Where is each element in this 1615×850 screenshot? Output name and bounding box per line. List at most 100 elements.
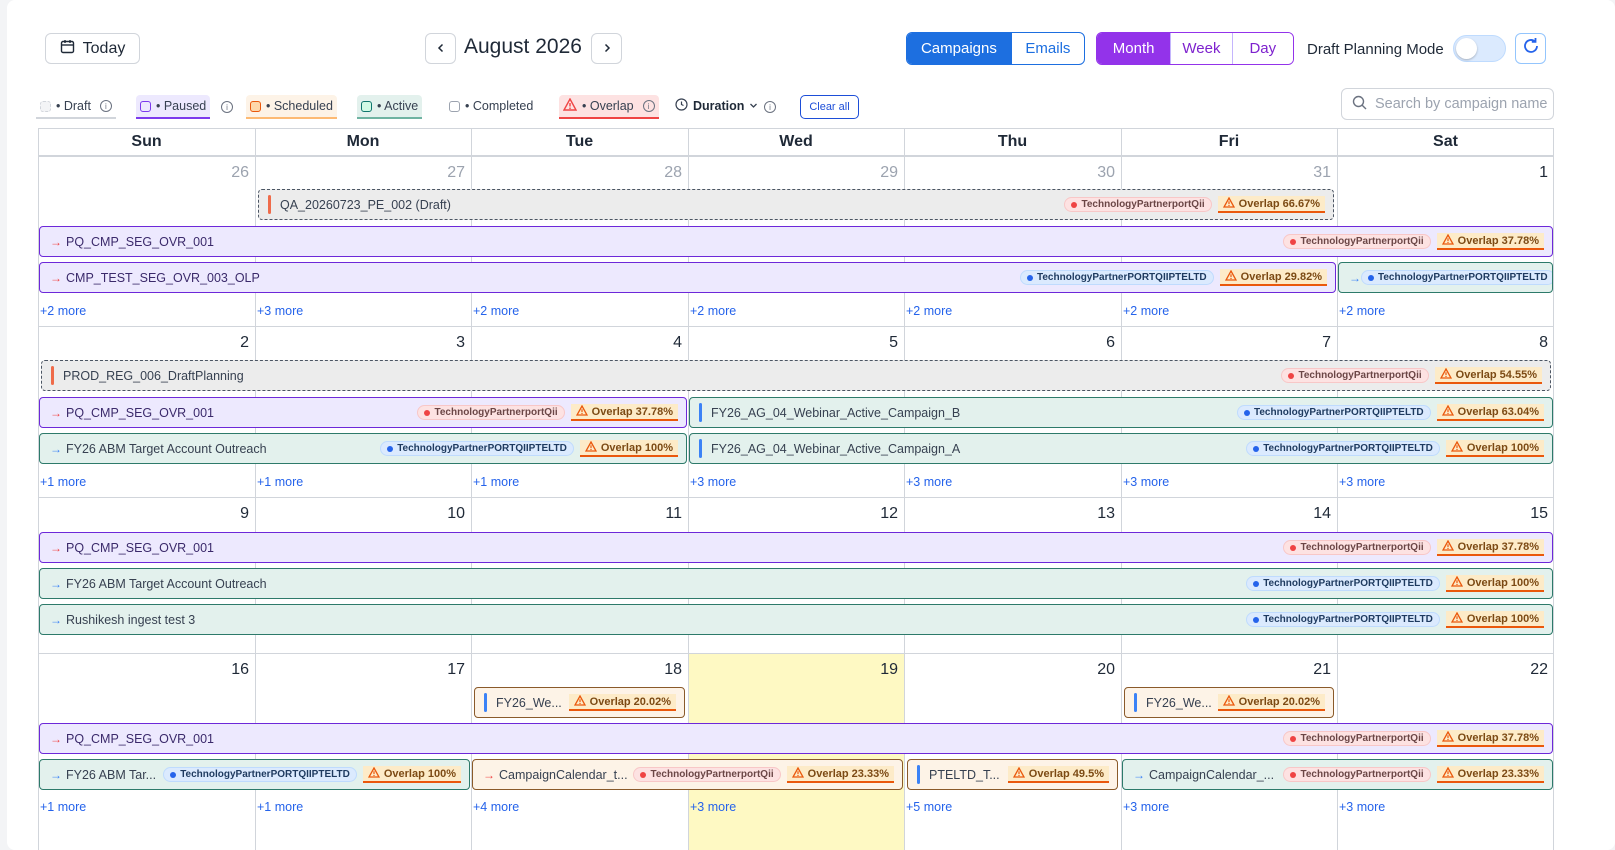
search-input[interactable]: Search by campaign name bbox=[1341, 88, 1554, 120]
campaign-name: CampaignCalendar_... bbox=[1149, 767, 1275, 782]
more-events-link[interactable]: +2 more bbox=[1339, 304, 1385, 318]
warning-icon bbox=[1224, 269, 1237, 284]
campaign-bar[interactable]: → FY26 ABM Tar... TechnologyPartnerPORTQII… bbox=[39, 759, 470, 790]
legend-completed[interactable]: • Completed bbox=[445, 95, 537, 119]
more-events-link[interactable]: +3 more bbox=[1123, 475, 1169, 489]
campaign-bar[interactable]: → CampaignCalendar_t... TechnologyPartnerp… bbox=[472, 759, 903, 790]
warning-icon bbox=[1441, 730, 1454, 745]
more-events-link[interactable]: +2 more bbox=[473, 304, 519, 318]
day-number: 18 bbox=[664, 661, 682, 678]
chevron-down-icon bbox=[749, 99, 758, 113]
owner-chip: TechnologyPartnerPORTQIIPTELTD bbox=[380, 441, 574, 456]
owner-name: TechnologyPartnerPORTQIIPTELTD bbox=[180, 769, 350, 780]
more-events-link[interactable]: +5 more bbox=[906, 800, 952, 814]
owner-chip: TechnologyPartnerportQii bbox=[1283, 731, 1431, 746]
more-events-link[interactable]: +3 more bbox=[690, 800, 736, 814]
status-dot bbox=[1244, 409, 1250, 416]
status-accent bbox=[268, 195, 271, 214]
more-events-link[interactable]: +2 more bbox=[906, 304, 952, 318]
status-dot bbox=[1288, 372, 1295, 379]
previous-month-button[interactable] bbox=[425, 33, 456, 64]
day-number: 27 bbox=[447, 164, 465, 181]
campaign-bar[interactable]: → Rushikesh ingest test 3 TechnologyPartne… bbox=[39, 604, 1553, 635]
campaign-bar[interactable]: FY26_We... Overlap 20.02% bbox=[474, 687, 685, 718]
overlap-badge: Overlap 100% bbox=[1445, 440, 1544, 457]
grid-line bbox=[38, 156, 1554, 157]
campaign-bar[interactable]: → PQ_CMP_SEG_OVR_001 TechnologyPartnerport… bbox=[39, 723, 1553, 754]
tab-month[interactable]: Month bbox=[1097, 33, 1171, 64]
campaign-bar[interactable]: FY26_AG_04_Webinar_Active_Campaign_B Tech… bbox=[689, 397, 1553, 428]
legend-active-label: • Active bbox=[377, 99, 419, 113]
more-events-link[interactable]: +1 more bbox=[40, 800, 86, 814]
tab-campaigns[interactable]: Campaigns bbox=[907, 33, 1011, 64]
more-events-link[interactable]: +3 more bbox=[1123, 800, 1169, 814]
legend-scheduled[interactable]: • Scheduled bbox=[246, 95, 337, 119]
duration-label: Duration bbox=[693, 99, 745, 113]
campaign-bar[interactable]: PROD_REG_006_DraftPlanning TechnologyPart… bbox=[41, 360, 1551, 391]
campaign-bar[interactable]: → TechnologyPartnerPORTQIIPTELTD bbox=[1338, 262, 1553, 293]
campaign-bar[interactable]: → FY26 ABM Target Account Outreach Technol… bbox=[39, 568, 1553, 599]
campaign-bar[interactable]: → PQ_CMP_SEG_OVR_001 TechnologyPartnerport… bbox=[39, 532, 1553, 563]
day-number: 21 bbox=[1313, 661, 1331, 678]
info-icon[interactable]: i bbox=[764, 101, 776, 113]
info-icon[interactable]: i bbox=[99, 100, 112, 112]
more-events-link[interactable]: +1 more bbox=[473, 475, 519, 489]
duration-filter[interactable]: Duration bbox=[671, 95, 762, 119]
legend-draft[interactable]: • Draft i bbox=[36, 95, 116, 119]
overlap-value: Overlap 100% bbox=[1466, 442, 1539, 454]
weekday-header-mon: Mon bbox=[255, 128, 471, 156]
campaign-name: PQ_CMP_SEG_OVR_001 bbox=[66, 405, 214, 420]
legend-overlap[interactable]: • Overlap i bbox=[559, 95, 659, 119]
status-dot bbox=[1290, 771, 1297, 778]
campaign-bar[interactable]: PTELTD_T... Overlap 49.5% bbox=[907, 759, 1118, 790]
tab-emails[interactable]: Emails bbox=[1010, 33, 1084, 64]
campaign-bar[interactable]: FY26_We... Overlap 20.02% bbox=[1124, 687, 1334, 718]
warning-icon bbox=[1441, 233, 1454, 248]
overlap-badge: Overlap 20.02% bbox=[568, 694, 676, 711]
more-events-link[interactable]: +1 more bbox=[40, 475, 86, 489]
campaign-bar[interactable]: → CampaignCalendar_... TechnologyPartnerpo… bbox=[1122, 759, 1553, 790]
more-events-link[interactable]: +3 more bbox=[257, 304, 303, 318]
overlap-badge: Overlap 29.82% bbox=[1219, 269, 1327, 286]
campaign-bar[interactable]: → PQ_CMP_SEG_OVR_001 TechnologyPartnerport… bbox=[39, 226, 1553, 257]
tab-week[interactable]: Week bbox=[1170, 33, 1232, 64]
legend-active[interactable]: • Active bbox=[357, 95, 423, 119]
day-number: 17 bbox=[447, 661, 465, 678]
warning-icon bbox=[1439, 367, 1452, 382]
campaign-bar[interactable]: FY26_AG_04_Webinar_Active_Campaign_A Tech… bbox=[689, 433, 1553, 464]
day-number: 29 bbox=[880, 164, 898, 181]
today-button[interactable]: Today bbox=[45, 33, 140, 64]
info-icon[interactable]: i bbox=[642, 100, 655, 112]
more-events-link[interactable]: +3 more bbox=[1339, 475, 1385, 489]
status-accent bbox=[699, 403, 702, 422]
campaign-bar[interactable]: → CMP_TEST_SEG_OVR_003_OLP TechnologyPartn… bbox=[39, 262, 1336, 293]
arrow-right-icon: → bbox=[50, 270, 62, 285]
more-events-link[interactable]: +2 more bbox=[40, 304, 86, 318]
next-month-button[interactable] bbox=[591, 33, 622, 64]
clear-all-button[interactable]: Clear all bbox=[800, 95, 859, 119]
more-events-link[interactable]: +2 more bbox=[1123, 304, 1169, 318]
overlap-badge: Overlap 49.5% bbox=[1007, 766, 1109, 783]
more-events-link[interactable]: +1 more bbox=[257, 475, 303, 489]
legend-paused[interactable]: • Paused bbox=[136, 95, 211, 119]
more-events-link[interactable]: +3 more bbox=[1339, 800, 1385, 814]
today-label: Today bbox=[82, 39, 126, 57]
day-number: 11 bbox=[665, 505, 682, 522]
campaign-name: PROD_REG_006_DraftPlanning bbox=[63, 368, 244, 383]
weekday-header-sun: Sun bbox=[38, 128, 255, 156]
more-events-link[interactable]: +3 more bbox=[690, 475, 736, 489]
campaign-bar[interactable]: → FY26 ABM Target Account Outreach Technol… bbox=[39, 433, 687, 464]
refresh-button[interactable] bbox=[1515, 33, 1546, 64]
more-events-link[interactable]: +3 more bbox=[906, 475, 952, 489]
more-events-link[interactable]: +2 more bbox=[690, 304, 736, 318]
campaign-bar[interactable]: QA_20260723_PE_002 (Draft) TechnologyPart… bbox=[258, 189, 1334, 220]
warning-icon bbox=[1450, 611, 1463, 626]
tab-day[interactable]: Day bbox=[1231, 33, 1293, 64]
draft-planning-mode-toggle[interactable] bbox=[1453, 35, 1506, 62]
more-events-link[interactable]: +4 more bbox=[473, 800, 519, 814]
legend-draft-label: • Draft bbox=[56, 99, 91, 113]
owner-name: TechnologyPartnerportQii bbox=[650, 769, 774, 780]
more-events-link[interactable]: +1 more bbox=[257, 800, 303, 814]
info-icon[interactable]: i bbox=[221, 101, 233, 113]
campaign-bar[interactable]: → PQ_CMP_SEG_OVR_001 TechnologyPartnerport… bbox=[39, 397, 687, 428]
